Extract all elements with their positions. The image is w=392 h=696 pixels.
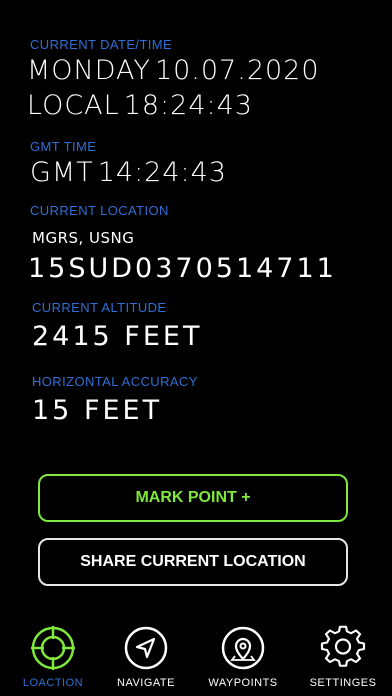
tab-waypoints[interactable]: WAYPOINTS	[203, 624, 283, 696]
location-format: MGRS, USNG	[32, 229, 135, 247]
date-row: MONDAY 10.07.2020	[27, 55, 320, 86]
day-value: MONDAY	[27, 55, 151, 86]
mark-point-button[interactable]: MARK POINT +	[38, 474, 348, 522]
tab-location-label: LOACTION	[22, 677, 84, 689]
location-label: CURRENT LOCATION	[30, 203, 169, 218]
tab-settings[interactable]: SETTINGES	[303, 624, 383, 696]
local-time-row: LOCAL 18:24:43	[27, 90, 253, 121]
location-value: 15SUD0370514711	[28, 253, 337, 284]
accuracy-value: 15 FEET	[32, 395, 163, 426]
tab-waypoints-label: WAYPOINTS	[208, 677, 278, 689]
navigation-arrow-icon	[122, 624, 170, 672]
gmt-prefix: GMT	[30, 157, 94, 188]
date-time-label: CURRENT DATE/TIME	[30, 37, 173, 52]
gear-icon	[319, 624, 367, 672]
tab-location[interactable]: LOACTION	[13, 624, 93, 696]
accuracy-label: HORIZONTAL ACCURACY	[32, 374, 198, 389]
altitude-value: 2415 FEET	[32, 321, 203, 352]
local-prefix: LOCAL	[27, 90, 120, 121]
tab-navigate-label: NAVIGATE	[117, 677, 175, 689]
share-location-button[interactable]: SHARE CURRENT LOCATION	[38, 538, 348, 586]
tab-settings-label: SETTINGES	[309, 677, 377, 689]
crosshair-icon	[29, 624, 77, 672]
tab-navigate[interactable]: NAVIGATE	[106, 624, 186, 696]
local-time-value: 18:24:43	[123, 90, 253, 121]
gmt-label: GMT TIME	[30, 139, 97, 154]
altitude-label: CURRENT ALTITUDE	[32, 300, 167, 315]
date-value: 10.07.2020	[154, 55, 320, 86]
gmt-time-row: GMT 14:24:43	[30, 157, 227, 188]
gmt-time-value: 14:24:43	[97, 157, 227, 188]
map-pin-icon	[219, 624, 267, 672]
